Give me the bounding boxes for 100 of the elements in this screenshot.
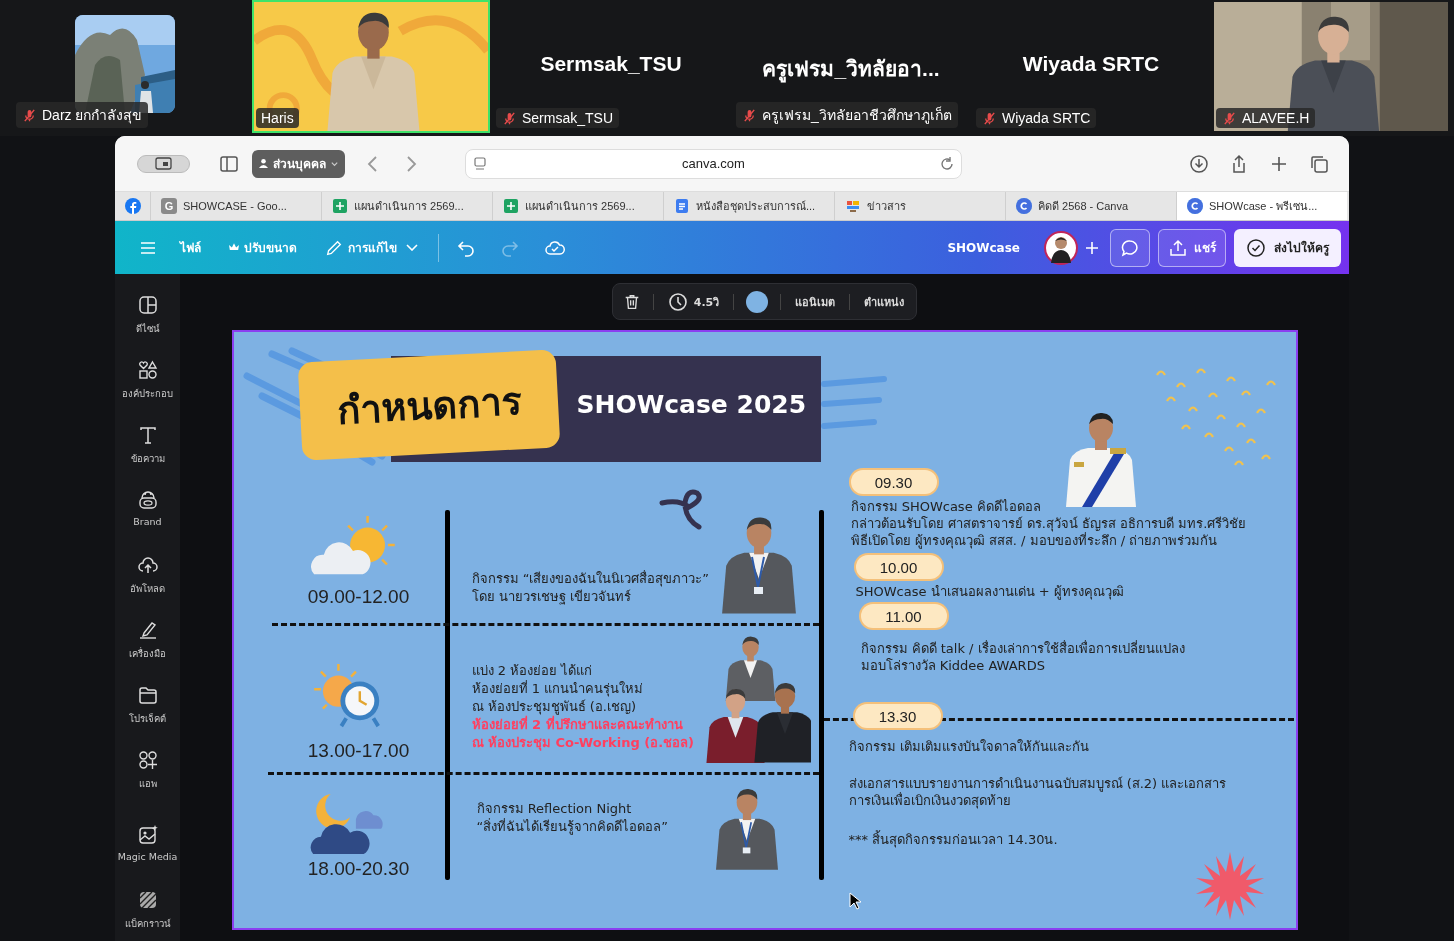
time-pill: 13.30	[854, 704, 941, 728]
crown-icon	[229, 243, 239, 252]
favicon: G	[161, 198, 177, 214]
sidebar-item[interactable]: องค์ประกอบ	[115, 359, 180, 424]
sidebar-item[interactable]: เครื่องมือ	[115, 619, 180, 684]
muted-mic-icon	[982, 110, 997, 126]
activity-text: ส่งเอกสารแบบรายงานการดำเนินงานฉบับสมบูรณ์ (ส.2) และเอกสาร การเงินเพื่อเบิกเงินงวดสุดท้าย	[848, 775, 1227, 809]
download-icon[interactable]	[1189, 153, 1209, 174]
sheet-icon	[332, 198, 348, 214]
activity-text: กิจกรรม Reflection Night “สิ่งที่ฉันได้เรียนรู้จากคิดดีไอดอล”	[476, 800, 668, 836]
cursor-icon	[848, 892, 861, 910]
participant-name: Sermsak_TSU	[540, 52, 682, 76]
time-pill: 09.30	[850, 470, 937, 494]
comment-icon	[1120, 237, 1140, 258]
upload-icon	[1168, 237, 1188, 258]
slide[interactable]	[231, 330, 1298, 930]
design-title[interactable]: SHOWcase	[947, 240, 1020, 255]
muted-mic-icon	[22, 107, 37, 123]
pencil-icon	[325, 238, 343, 257]
participant-name: Wiyada SRTC	[1022, 52, 1160, 76]
sidebar-item[interactable]: อัพโหลด	[115, 554, 180, 619]
muted-mic-icon	[742, 107, 757, 123]
activity-text: *** สิ้นสุดกิจกรรมก่อนเวลา 14.30น.	[848, 831, 1058, 848]
sidebar-item[interactable]: ข้อความ	[115, 424, 180, 489]
activity-text: SHOWcase นำเสนอผลงานเด่น + ผู้ทรงคุณวุฒิ	[855, 583, 1124, 600]
magic-icon	[136, 824, 159, 846]
browser-tab[interactable]: แผนดำเนินการ 2569...	[321, 192, 492, 220]
person-icon	[258, 158, 269, 169]
browser-tab[interactable]: หนังสือชุดประสบการณ์...	[663, 192, 834, 220]
page-icon	[472, 155, 488, 172]
brand-icon	[136, 489, 159, 511]
document-icon	[674, 198, 690, 214]
participant-tile[interactable]: ครูเฟรม_วิทลัยอา... ครูเฟรม_วิทลัยอาชีวศึกษาภูเก็ต	[732, 0, 970, 133]
comment-button[interactable]	[1110, 228, 1150, 267]
animate-button[interactable]: แอนิเมต	[793, 290, 838, 313]
position-button[interactable]: ตำแหน่ง	[862, 290, 907, 313]
check-circle-icon	[1246, 237, 1266, 258]
profile-button[interactable]: ส่วนบุคคล	[252, 149, 345, 178]
sidebar-item[interactable]: โปรเจ็คต์	[115, 684, 180, 749]
folder-icon	[136, 684, 159, 706]
time-range: 13.00-17.00	[306, 740, 411, 762]
sidebar-item[interactable]: Magic Media	[115, 824, 180, 889]
color-swatch[interactable]	[746, 290, 769, 313]
participant-label: Sermsak_TSU	[522, 110, 614, 126]
time-pill: 11.00	[860, 604, 947, 628]
apps-icon	[136, 749, 159, 771]
profile-switch-icon[interactable]	[137, 154, 190, 173]
activity-text: กิจกรรม SHOWcase คิดดีไอดอล กล่าวต้อนรับโดย ศาสตราจารย์ ดร.สุวัจน์ ธัญรส อธิการบดี มทร.ศรีวิชัย พิธีเปิดโดย ผู้ทรงคุณวุฒิ สสส. / มอบของที่ระลึก / ถ่ายภาพร่วมกัน	[850, 498, 1247, 549]
sidebar-item[interactable]: Brand	[115, 489, 180, 554]
sidebar-item[interactable]: ดีไซน์	[115, 294, 180, 359]
participant-tile[interactable]: Haris	[252, 0, 490, 133]
muted-mic-icon	[502, 110, 517, 126]
address-bar[interactable]: canva.com	[465, 148, 962, 179]
clock-icon	[667, 291, 688, 312]
browser-tab[interactable]: คิดดี 2568 - Canva	[1005, 192, 1176, 220]
canva-icon	[1016, 198, 1032, 214]
slide-subtitle: SHOWcase 2025	[576, 390, 807, 419]
participant-label: ALAVEE.H	[1242, 110, 1310, 126]
participant-label: ครูเฟรม_วิทลัยอาชีวศึกษาภูเก็ต	[762, 105, 952, 126]
participant-label: Haris	[261, 110, 294, 126]
tabs-icon[interactable]	[1309, 153, 1329, 174]
time-pill: 10.00	[855, 555, 942, 579]
activity-text: กิจกรรม คิดดี talk / เรื่องเล่าการใช้สื่อเพื่อการเปลี่ยนแปลง มอบโล่รางวัล Kiddee AWARDS	[860, 640, 1185, 674]
time-range: 18.00-20.30	[306, 858, 411, 880]
activity-text: กิจกรรม “เสียงของฉันในนิเวศสื่อสุขภาวะ” โดย นายวรเชษฐ เขียวจันทร์	[471, 570, 710, 606]
participant-tile[interactable]: Darz ยกกำลังสุข	[12, 0, 250, 133]
activity-text: กิจกรรม เติมเติมแรงบันใจดาลให้กันและกัน	[848, 738, 1089, 755]
upload-icon	[136, 554, 159, 576]
browser-tab[interactable]: G SHOWCASE - Goo...	[150, 192, 321, 220]
participant-name: ครูเฟรม_วิทลัยอา...	[762, 52, 940, 85]
submit-button[interactable]: ส่งไปให้ครู	[1234, 228, 1341, 267]
time-range: 09.00-12.00	[306, 586, 411, 608]
sidebar-item[interactable]: แอพ	[115, 749, 180, 814]
sidebar-item[interactable]: แบ็คกราวน์	[115, 889, 180, 941]
participant-label: Wiyada SRTC	[1002, 110, 1091, 126]
share-button[interactable]: แชร์	[1158, 228, 1226, 267]
caret-icon	[406, 244, 418, 251]
slide-title: กำหนดการ	[335, 377, 522, 435]
duration-button[interactable]: 4.5วิ	[665, 289, 722, 314]
participant-label: Darz ยกกำลังสุข	[42, 106, 143, 126]
participant-tile[interactable]: ALAVEE.H	[1212, 0, 1450, 133]
muted-mic-icon	[1222, 110, 1237, 126]
design-icon	[136, 294, 159, 316]
sidebar-icon[interactable]	[219, 153, 239, 174]
facebook-icon	[125, 198, 141, 214]
browser-tab[interactable]: SHOWcase - พรีเซน...	[1176, 192, 1347, 220]
activity-text: ห้องย่อยที่ 2 ที่ปรึกษาและคณะทำงาน ณ ห้องประชุม Co-Working (อ.ชอล)	[471, 716, 695, 752]
avatar[interactable]	[1044, 230, 1078, 265]
reload-icon[interactable]	[939, 155, 955, 172]
participant-tile[interactable]: Sermsak_TSU Sermsak_TSU	[492, 0, 730, 133]
participant-tile[interactable]: Wiyada SRTC Wiyada SRTC	[972, 0, 1210, 133]
caret-icon	[330, 159, 339, 168]
starburst-icon	[1195, 852, 1264, 920]
news-icon	[845, 198, 861, 214]
canva-icon	[1187, 198, 1203, 214]
browser-tab[interactable]: แผนดำเนินการ 2569...	[492, 192, 663, 220]
elements-icon	[136, 359, 159, 381]
sheet-icon	[503, 198, 519, 214]
browser-tab[interactable]: ข่าวสาร	[834, 192, 1005, 220]
activity-text: แบ่ง 2 ห้องย่อย ได้แก่ ห้องย่อยที่ 1 แกนนำคนรุ่นใหม่ ณ ห้องประชุมชูพันธ์ (อ.เชญ)	[471, 662, 644, 716]
